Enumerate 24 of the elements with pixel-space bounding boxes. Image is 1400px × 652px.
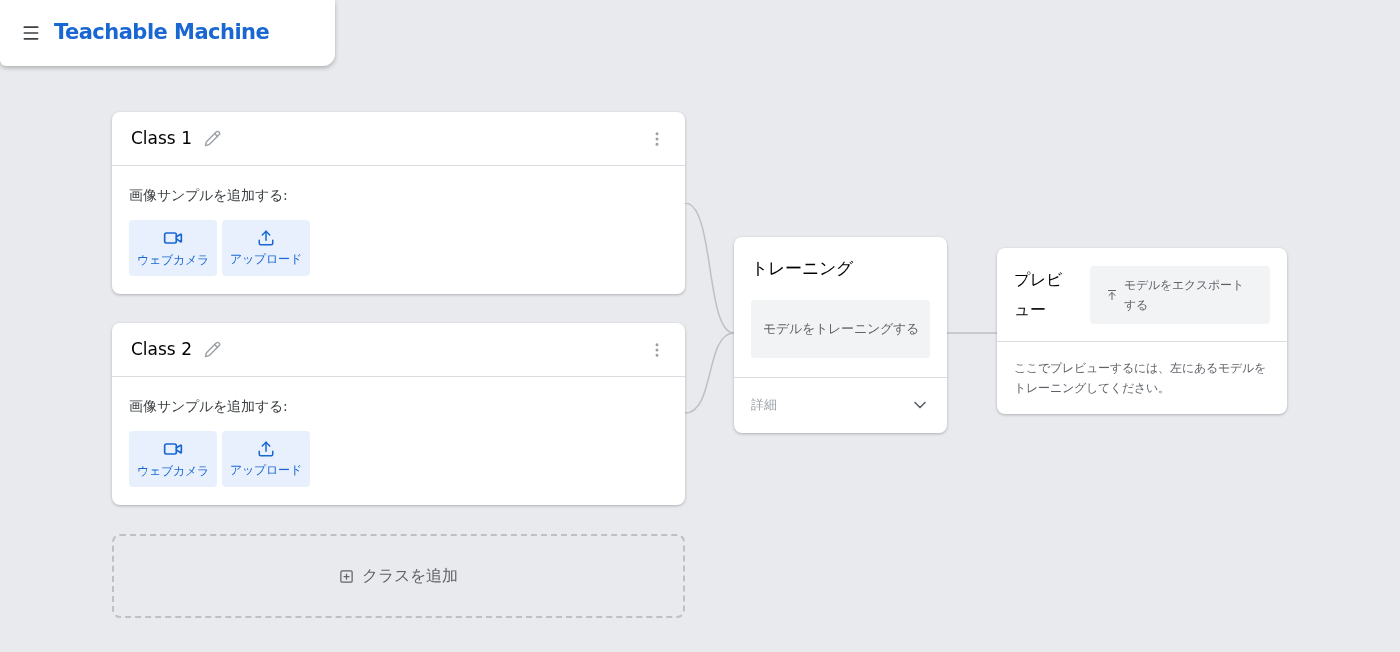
export-icon	[1106, 288, 1118, 301]
details-toggle[interactable]: 詳細	[734, 376, 947, 433]
training-title: トレーニング	[751, 257, 854, 280]
webcam-button[interactable]: ウェブカメラ	[129, 431, 217, 487]
connector-line	[946, 332, 997, 334]
preview-title: プレビュー	[1014, 268, 1063, 321]
upload-button[interactable]: アップロード	[222, 220, 310, 276]
plus-icon	[339, 568, 354, 584]
add-class-button[interactable]: クラスを追加	[112, 534, 685, 618]
train-model-button[interactable]: モデルをトレーニングする	[751, 299, 930, 358]
sample-prompt: 画像サンプルを追加する:	[129, 397, 289, 416]
class-name[interactable]: Class 2	[131, 336, 192, 363]
webcam-button[interactable]: ウェブカメラ	[129, 220, 217, 276]
menu-icon[interactable]	[21, 23, 41, 43]
upload-button[interactable]: アップロード	[222, 431, 310, 487]
export-model-button[interactable]: モデルをエクスポートする	[1090, 265, 1270, 324]
app-title[interactable]: Teachable Machine	[54, 17, 270, 49]
upload-icon	[257, 439, 275, 458]
edit-pencil-icon[interactable]	[203, 341, 221, 358]
class-name[interactable]: Class 1	[131, 125, 192, 152]
preview-message: ここでプレビューするには、左にあるモデルをトレーニングしてください。	[1013, 360, 1267, 397]
edit-pencil-icon[interactable]	[203, 130, 221, 147]
upload-icon	[257, 228, 275, 247]
sample-prompt: 画像サンプルを追加する:	[129, 186, 289, 205]
